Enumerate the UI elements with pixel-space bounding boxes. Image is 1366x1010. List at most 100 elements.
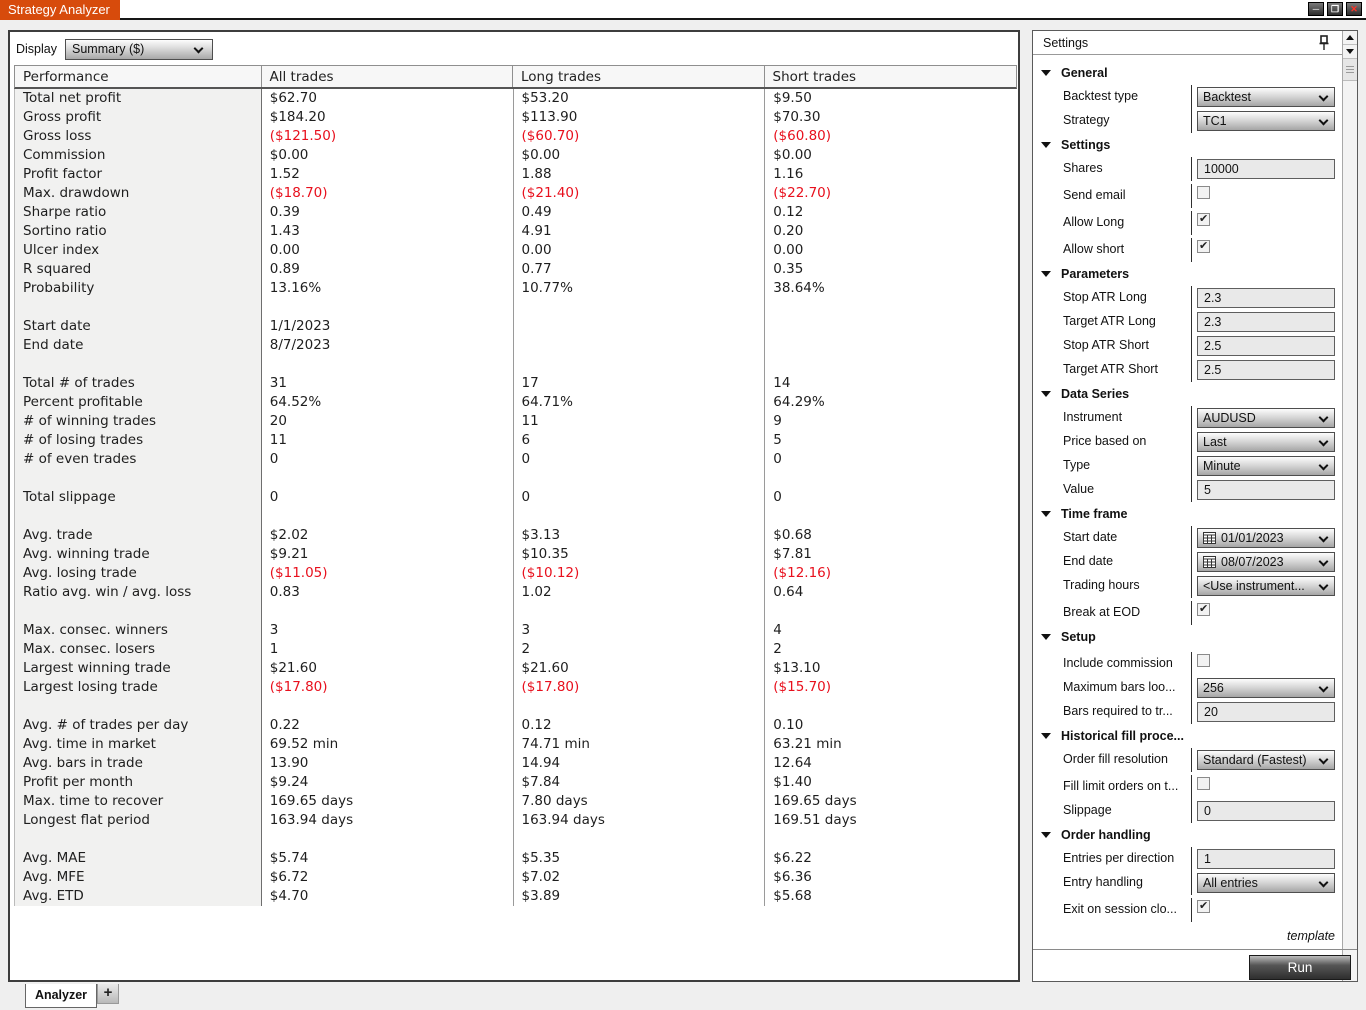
- settings-text-input[interactable]: 2.5: [1197, 360, 1335, 380]
- metric-value-cell: 2: [514, 640, 766, 659]
- settings-checkbox[interactable]: [1197, 654, 1210, 667]
- settings-dropdown[interactable]: Backtest: [1197, 87, 1335, 107]
- section-collapse-icon[interactable]: [1041, 511, 1051, 517]
- settings-dropdown[interactable]: Minute: [1197, 456, 1335, 476]
- settings-section-settings[interactable]: Settings: [1033, 133, 1341, 157]
- metric-label-cell: [15, 355, 262, 374]
- settings-checkbox[interactable]: [1197, 777, 1210, 790]
- display-dropdown[interactable]: Summary ($): [65, 38, 213, 60]
- settings-text-input[interactable]: 1: [1197, 849, 1335, 869]
- table-row: # of even trades 0 0 0: [15, 450, 1017, 469]
- section-collapse-icon[interactable]: [1041, 634, 1051, 640]
- scroll-down-button[interactable]: [1343, 45, 1357, 59]
- table-row: R squared 0.89 0.77 0.35: [15, 260, 1017, 279]
- dropdown-value: <Use instrument...: [1203, 579, 1305, 593]
- section-collapse-icon[interactable]: [1041, 142, 1051, 148]
- metric-value-cell: 14: [773, 375, 791, 391]
- run-button[interactable]: Run: [1249, 955, 1351, 980]
- table-row: Ratio avg. win / avg. loss 0.83 1.02 0.64: [15, 583, 1017, 602]
- metric-value-cell: [765, 355, 1017, 374]
- column-header-performance[interactable]: Performance: [15, 66, 262, 87]
- settings-item-label: Entries per direction: [1063, 851, 1175, 865]
- settings-text-input[interactable]: 5: [1197, 480, 1335, 500]
- table-row: Total net profit $62.70 $53.20 $9.50: [15, 89, 1017, 108]
- settings-item-label: Maximum bars loo...: [1063, 680, 1176, 694]
- close-button[interactable]: ✕: [1346, 2, 1362, 16]
- settings-checkbox[interactable]: [1197, 602, 1210, 616]
- scroll-up-button[interactable]: [1343, 31, 1357, 45]
- settings-text-input[interactable]: 10000: [1197, 159, 1335, 179]
- table-row: Longest flat period 163.94 days 163.94 day…: [15, 811, 1017, 830]
- chevron-down-icon: [1318, 532, 1329, 543]
- settings-text-input[interactable]: 2.5: [1197, 336, 1335, 356]
- settings-checkbox[interactable]: [1197, 212, 1210, 226]
- settings-item-end-date: End date 08/07/2023: [1033, 550, 1341, 574]
- settings-section-setup[interactable]: Setup: [1033, 625, 1341, 649]
- property-separator: [1191, 652, 1192, 676]
- tab-analyzer[interactable]: Analyzer: [25, 984, 97, 1008]
- metric-label-cell: Commission: [15, 146, 262, 165]
- settings-dropdown[interactable]: Last: [1197, 432, 1335, 452]
- column-header-short-trades[interactable]: Short trades: [765, 66, 1017, 87]
- table-row: Sharpe ratio 0.39 0.49 0.12: [15, 203, 1017, 222]
- metric-value-cell: [765, 336, 1017, 355]
- settings-section-order-handling[interactable]: Order handling: [1033, 823, 1341, 847]
- metric-label-cell: # of winning trades: [15, 412, 262, 431]
- pin-icon[interactable]: [1317, 35, 1331, 51]
- table-body: Total net profit $62.70 $53.20 $9.50 Gross p…: [14, 89, 1017, 906]
- settings-section-general[interactable]: General: [1033, 61, 1341, 85]
- metric-value-cell: [765, 602, 1017, 621]
- section-collapse-icon[interactable]: [1041, 70, 1051, 76]
- maximize-button[interactable]: ❐: [1327, 2, 1343, 16]
- metric-value-cell: [514, 830, 766, 849]
- section-label: Time frame: [1061, 507, 1128, 521]
- metric-value-cell: [765, 469, 1017, 488]
- settings-dropdown[interactable]: 256: [1197, 678, 1335, 698]
- settings-text-input[interactable]: 2.3: [1197, 312, 1335, 332]
- metric-value-cell: $2.02: [262, 526, 514, 545]
- table-row: Probability 13.16% 10.77% 38.64%: [15, 279, 1017, 298]
- settings-dropdown[interactable]: AUDUSD: [1197, 408, 1335, 428]
- scrollbar-thumb[interactable]: [1343, 59, 1357, 81]
- metric-label-cell: Start date: [15, 317, 262, 336]
- section-collapse-icon[interactable]: [1041, 733, 1051, 739]
- settings-dropdown[interactable]: Standard (Fastest): [1197, 750, 1335, 770]
- metric-value-cell: 0.00: [773, 242, 804, 258]
- settings-text-input[interactable]: 20: [1197, 702, 1335, 722]
- metric-value-cell: ($17.80): [262, 678, 514, 697]
- settings-dropdown[interactable]: 08/07/2023: [1197, 552, 1335, 572]
- settings-dropdown[interactable]: 01/01/2023: [1197, 528, 1335, 548]
- settings-checkbox[interactable]: [1197, 899, 1210, 913]
- metric-label-cell: Avg. trade: [15, 526, 262, 545]
- settings-checkbox[interactable]: [1197, 186, 1210, 199]
- column-header-long-trades[interactable]: Long trades: [513, 66, 765, 87]
- settings-dropdown[interactable]: TC1: [1197, 111, 1335, 131]
- settings-section-parameters[interactable]: Parameters: [1033, 262, 1341, 286]
- settings-checkbox[interactable]: [1197, 239, 1210, 253]
- property-separator: [1191, 847, 1192, 871]
- settings-text-input[interactable]: 2.3: [1197, 288, 1335, 308]
- settings-section-time-frame[interactable]: Time frame: [1033, 502, 1341, 526]
- settings-item-strategy: Strategy TC1: [1033, 109, 1341, 133]
- section-collapse-icon[interactable]: [1041, 271, 1051, 277]
- dropdown-value: Backtest: [1203, 90, 1251, 104]
- settings-scrollbar[interactable]: [1342, 31, 1357, 981]
- property-separator: [1191, 358, 1192, 382]
- settings-item-maximum-bars-loo-: Maximum bars loo... 256: [1033, 676, 1341, 700]
- section-collapse-icon[interactable]: [1041, 391, 1051, 397]
- section-collapse-icon[interactable]: [1041, 832, 1051, 838]
- settings-section-data-series[interactable]: Data Series: [1033, 382, 1341, 406]
- metric-value-cell: [765, 298, 1017, 317]
- minimize-button[interactable]: ─: [1308, 2, 1324, 16]
- settings-dropdown[interactable]: <Use instrument...: [1197, 576, 1335, 596]
- metric-label-cell: Avg. losing trade: [15, 564, 262, 583]
- settings-dropdown[interactable]: All entries: [1197, 873, 1335, 893]
- property-separator: [1191, 550, 1192, 574]
- add-tab-button[interactable]: +: [97, 984, 119, 1004]
- settings-section-historical-fill-proce-[interactable]: Historical fill proce...: [1033, 724, 1341, 748]
- metric-label-cell: Percent profitable: [15, 393, 262, 412]
- settings-item-order-fill-resolution: Order fill resolution Standard (Fastest): [1033, 748, 1341, 772]
- settings-text-input[interactable]: 0: [1197, 801, 1335, 821]
- template-link[interactable]: template: [1287, 929, 1335, 943]
- column-header-all-trades[interactable]: All trades: [262, 66, 514, 87]
